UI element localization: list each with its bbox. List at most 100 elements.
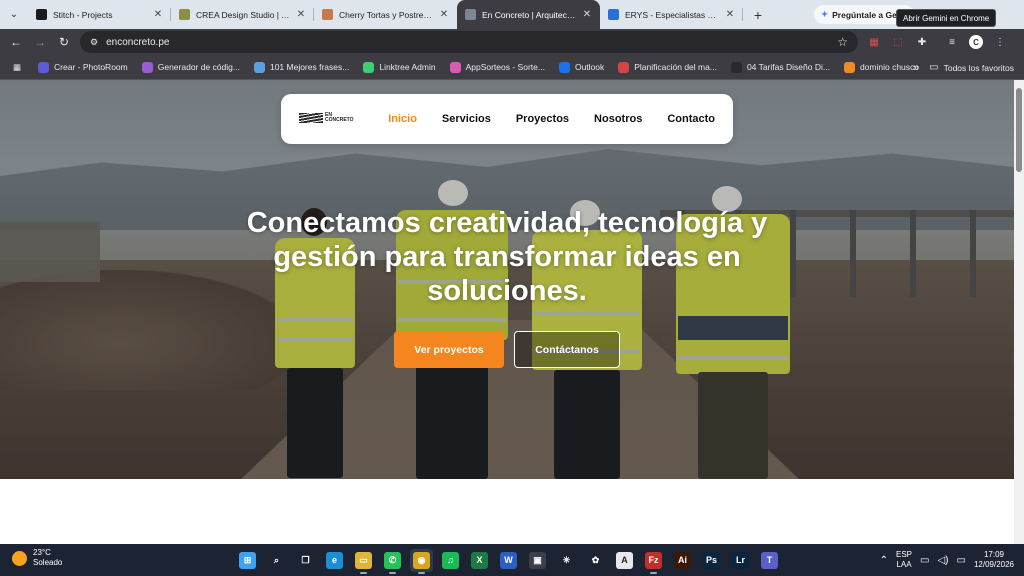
whatsapp-icon: ✆ [384,551,401,569]
input-language[interactable]: ESP LAA [896,550,912,570]
taskbar-app-file-explorer[interactable]: ▭ [352,549,375,574]
illustrator-icon: Ai [674,551,691,569]
scrollbar-thumb[interactable] [1016,88,1022,172]
tab-close-icon[interactable]: ✕ [153,9,163,20]
tab-close-icon[interactable]: ✕ [439,9,449,20]
volume-icon[interactable]: ◁) [937,555,948,566]
nav-link-inicio[interactable]: Inicio [388,113,417,125]
bookmark-favicon-icon [363,61,375,73]
site-logo[interactable]: EN CONCRETO [299,109,356,129]
filezilla-icon: Fz [645,551,662,569]
address-bar[interactable]: ⚙ enconcreto.pe ☆ [80,31,858,53]
taskbar-app-search[interactable]: ⌕ [265,549,288,572]
bookmark-label: Linktree Admin [379,62,436,72]
site-info-icon[interactable]: ⚙ [90,37,98,48]
nav-link-contacto[interactable]: Contacto [667,113,715,125]
bookmark-item[interactable]: Generador de códig... [135,61,247,73]
bookmark-item[interactable]: Linktree Admin [356,61,442,73]
bookmark-star-icon[interactable]: ☆ [837,35,848,49]
apps-grid-icon[interactable]: ▦ [6,62,31,73]
bookmark-label: dominio chusco [859,62,919,72]
bookmark-item[interactable]: 101 Mejores frases... [247,61,356,73]
logo-mark-icon [299,113,323,123]
contact-button[interactable]: Contáctanos [514,331,620,368]
photoshop-icon: Ps [703,551,720,569]
taskbar-app-task-view[interactable]: ❐ [294,549,317,572]
forward-arrow-icon[interactable]: → [28,30,52,54]
bookmark-label: AppSorteos - Sorte... [465,62,545,72]
reload-icon[interactable]: ↻ [52,30,76,54]
browser-tab[interactable]: En Concreto | Arquitectura, ✕ [457,0,600,29]
nav-link-proyectos[interactable]: Proyectos [516,113,569,125]
taskbar-app-claude[interactable]: ✳ [555,549,578,572]
url-text: enconcreto.pe [106,36,170,48]
chrome-icon: ◉ [413,551,430,569]
reading-list-icon[interactable]: ≡ [942,32,962,52]
tab-favicon-icon [36,9,47,20]
taskbar-app-edge[interactable]: e [323,549,346,572]
browser-tab[interactable]: Stitch - Projects ✕ [28,0,171,29]
clock[interactable]: 17:09 12/09/2026 [974,550,1014,570]
taskbar-app-photoshop[interactable]: Ps [700,549,723,572]
folder-icon: ▭ [929,62,939,73]
bookmark-favicon-icon [253,61,265,73]
spotify-icon: ♫ [442,551,459,569]
system-tray: ⌃ ESP LAA ▭ ◁) ▭ 17:09 12/09/2026 [880,544,1014,576]
tab-favicon-icon [465,9,476,20]
bookmark-item[interactable]: AppSorteos - Sorte... [443,61,552,73]
browser-tab[interactable]: Cherry Tortas y Postres | Alta ✕ [314,0,457,29]
taskbar-app-start[interactable]: ⊞ [236,549,259,572]
bookmark-item[interactable]: Outlook [552,61,611,73]
browser-tab[interactable]: ERYS - Especialistas en Lubric ✕ [600,0,743,29]
sunny-weather-icon [12,550,27,566]
page-viewport: EN CONCRETO Inicio Servicios Proyectos Noso… [0,80,1014,544]
taskbar-app-filezilla[interactable]: Fz [642,549,665,574]
browser-tab[interactable]: CREA Design Studio | Agencia ✕ [171,0,314,29]
battery-icon[interactable]: ▭ [957,555,966,566]
tray-chevron-up-icon[interactable]: ⌃ [880,555,888,566]
bookmark-favicon-icon [618,61,630,73]
teams-icon: T [761,551,778,569]
back-arrow-icon[interactable]: ← [4,30,28,54]
all-bookmarks-folder[interactable]: ▭ Todos los favoritos [929,62,1014,73]
taskbar-app-illustrator[interactable]: Ai [671,549,694,572]
taskbar-app-store[interactable]: ▣ [526,549,549,572]
tab-close-icon[interactable]: ✕ [725,9,735,20]
page-scrollbar[interactable] [1014,80,1024,544]
nav-links: Inicio Servicios Proyectos Nosotros Contacto [388,113,715,125]
lightroom-icon: Lr [732,551,749,569]
view-projects-button[interactable]: Ver proyectos [394,331,504,368]
taskbar-app-excel[interactable]: X [468,549,491,572]
tab-search-chevron-icon[interactable]: ⌄ [0,0,28,29]
bookmarks-overflow-icon[interactable]: » [913,62,919,74]
nav-link-servicios[interactable]: Servicios [442,113,491,125]
taskbar-app-spotify[interactable]: ♫ [439,549,462,572]
extension-grid-icon[interactable]: ▦ [864,32,884,52]
taskbar-app-whatsapp[interactable]: ✆ [381,549,404,574]
more-menu-icon[interactable]: ⋮ [990,32,1010,52]
taskbar-app-lightroom[interactable]: Lr [729,549,752,572]
start-icon: ⊞ [239,551,256,569]
pdf-extension-icon[interactable]: ⬚ [888,32,908,52]
edge-icon: e [326,551,343,569]
network-icon[interactable]: ▭ [920,555,929,566]
taskbar-app-chatgpt[interactable]: ✿ [584,549,607,572]
bookmarks-right: » ▭ Todos los favoritos [913,55,1014,80]
weather-widget[interactable]: 23°C Soleado [12,548,62,568]
taskbar-app-inkscape[interactable]: A [613,549,636,572]
tab-close-icon[interactable]: ✕ [296,9,306,20]
taskbar-app-chrome[interactable]: ◉ [410,548,433,574]
profile-avatar[interactable]: C [966,32,986,52]
new-tab-plus-icon[interactable]: + [743,0,773,29]
nav-link-nosotros[interactable]: Nosotros [594,113,642,125]
bookmark-favicon-icon [558,61,570,73]
taskbar-app-teams[interactable]: T [758,549,781,572]
bookmark-item[interactable]: Planificación del ma... [611,61,724,73]
extensions-puzzle-icon[interactable]: ✚ [912,32,932,52]
tab-close-icon[interactable]: ✕ [582,9,592,20]
taskbar-app-word[interactable]: W [497,549,520,572]
bookmark-item[interactable]: Crear - PhotoRoom [31,61,135,73]
bookmark-label: 04 Tarifas Diseño Di... [746,62,830,72]
screen: ⌄ Stitch - Projects ✕ CREA Design Studio |… [0,0,1024,576]
bookmark-item[interactable]: 04 Tarifas Diseño Di... [724,61,837,73]
